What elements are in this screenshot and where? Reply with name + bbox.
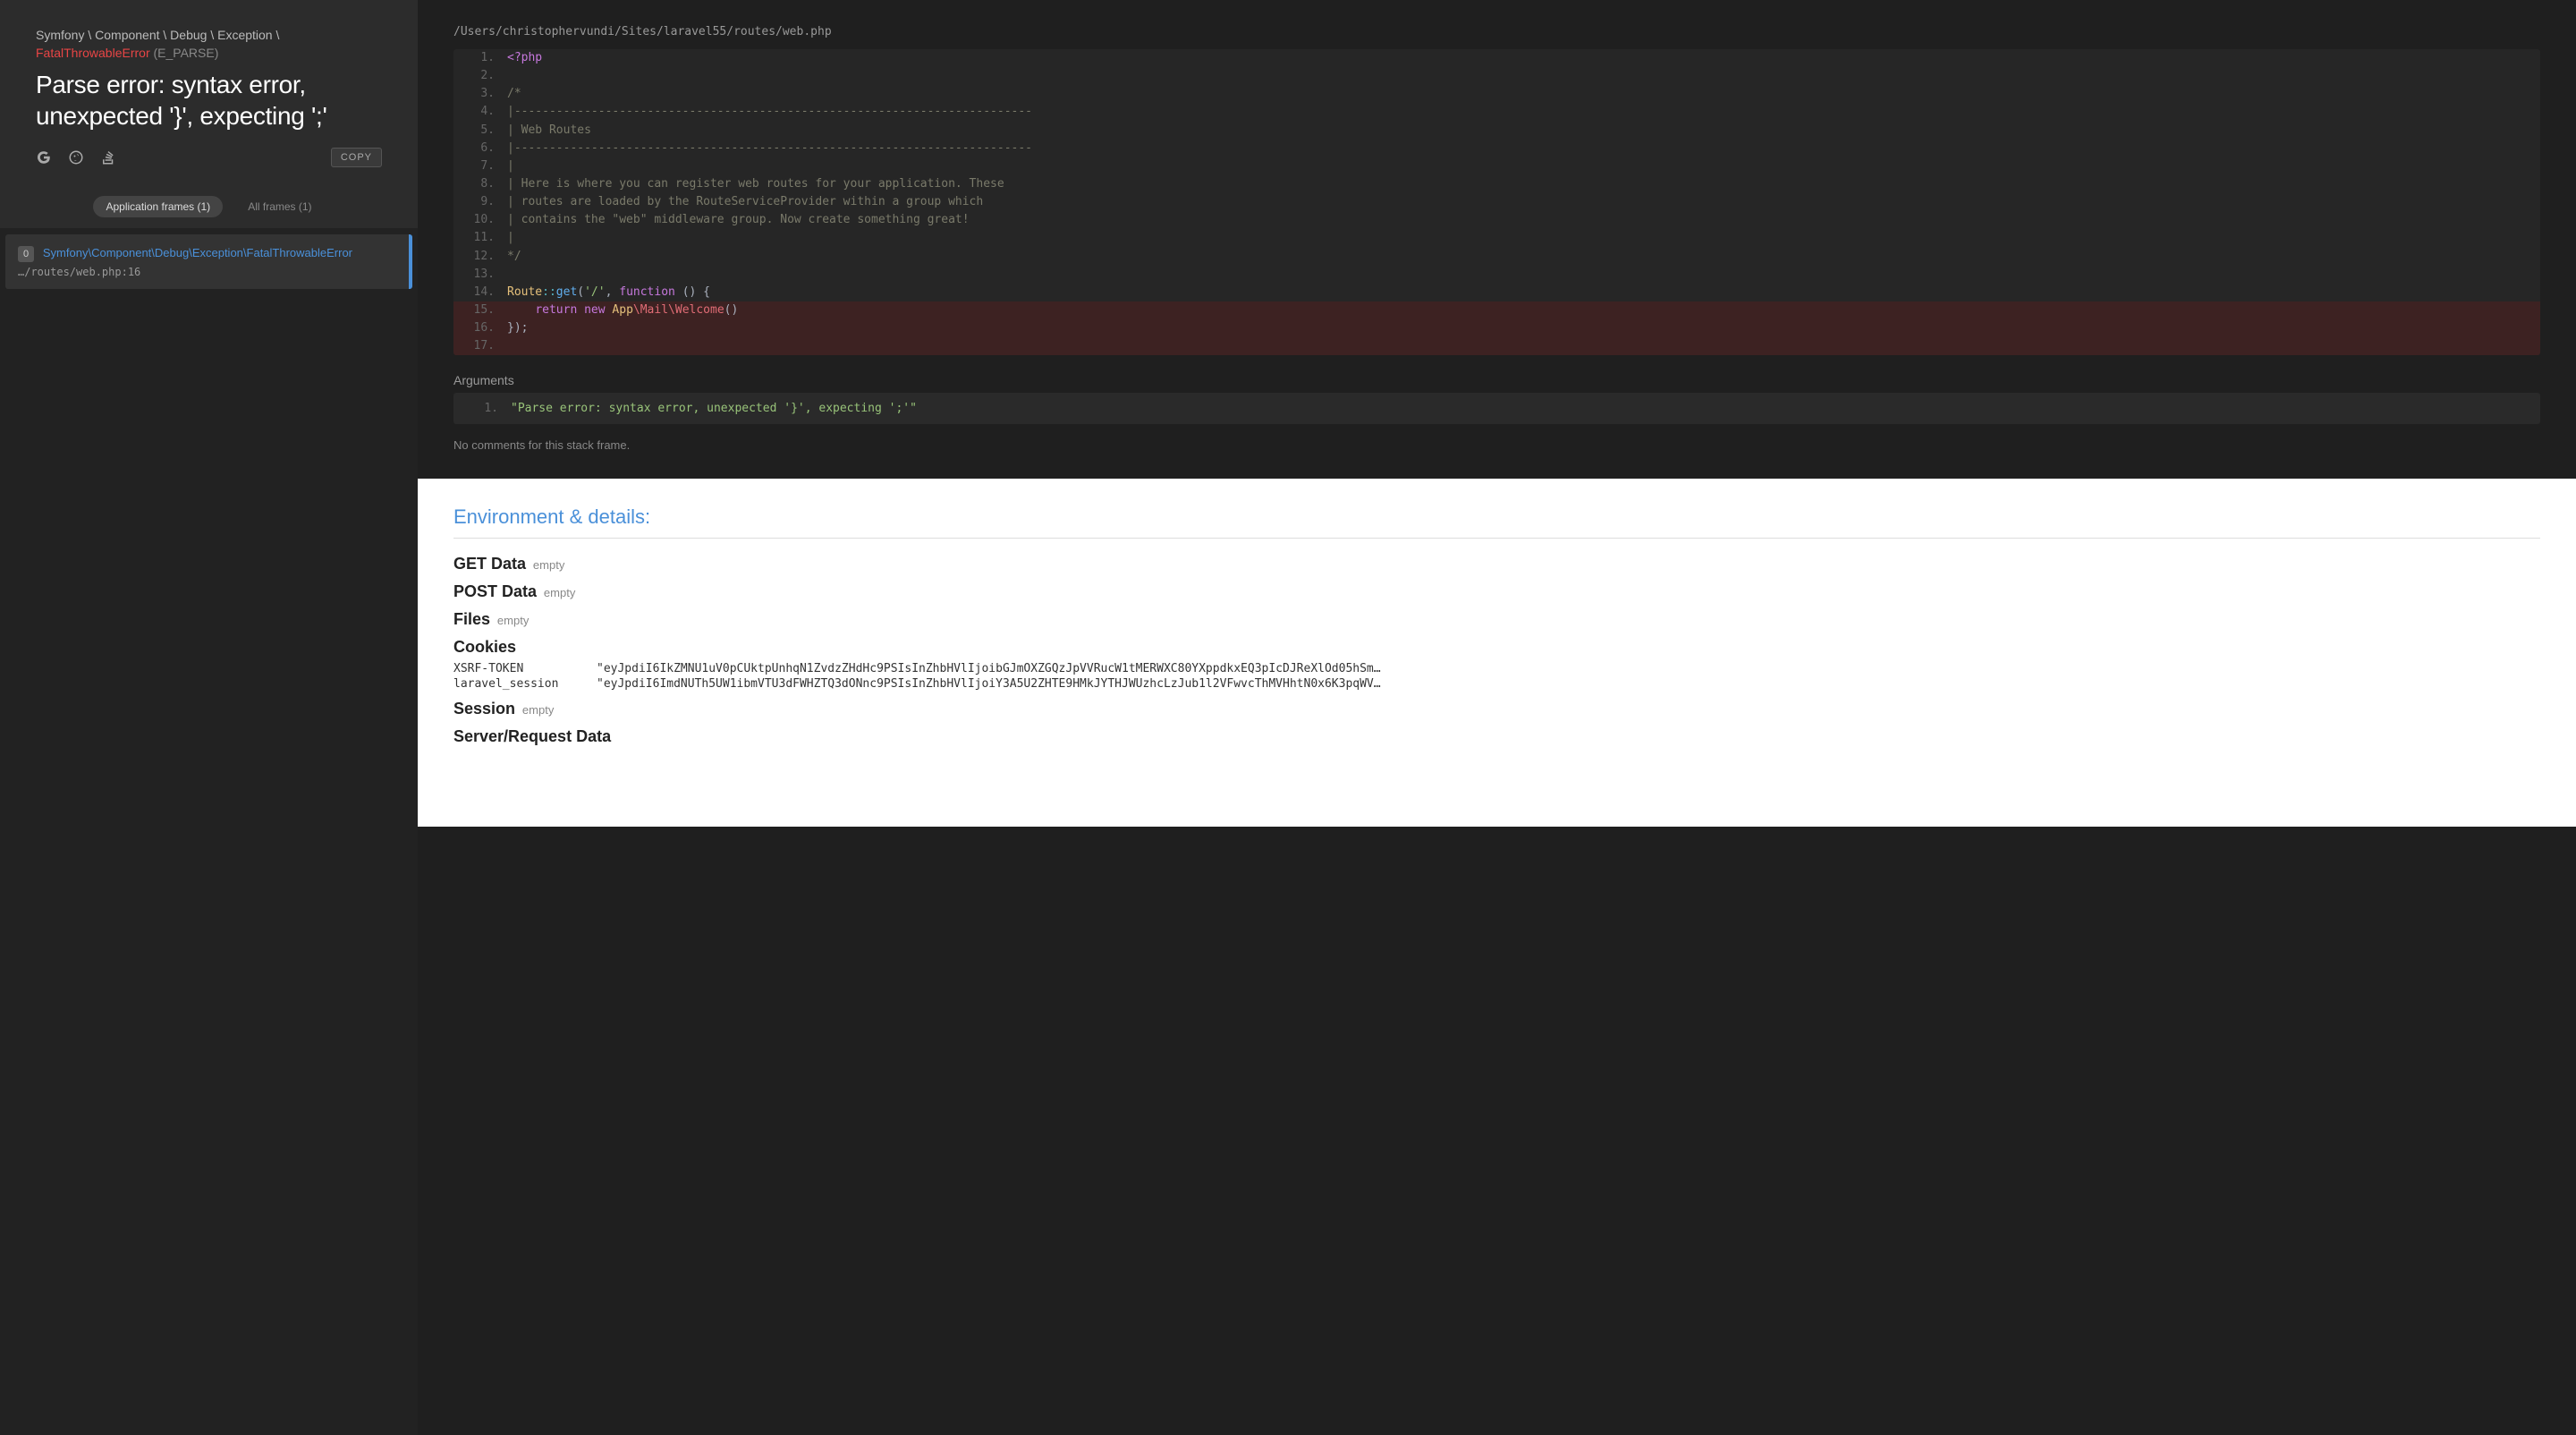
main-panel[interactable]: /Users/christophervundi/Sites/laravel55/… — [418, 0, 2576, 1435]
line-number: 10. — [453, 211, 507, 229]
line-number: 2. — [453, 67, 507, 85]
code-text: | contains the "web" middleware group. N… — [507, 211, 970, 229]
code-line: 15. return new App\Mail\Welcome() — [453, 301, 2540, 319]
line-number: 4. — [453, 103, 507, 121]
help-icon-row: COPY — [36, 148, 382, 167]
line-number: 9. — [453, 193, 507, 211]
duckduckgo-icon[interactable] — [68, 149, 84, 166]
code-line: 1.<?php — [453, 49, 2540, 67]
code-line: 12.*/ — [453, 248, 2540, 266]
frame-index: 0 — [18, 246, 34, 262]
env-empty-badge: empty — [544, 586, 575, 599]
frame-tabs: Application frames (1) All frames (1) — [0, 185, 418, 229]
frame-path: …/routes/web.php:16 — [18, 266, 396, 278]
code-line: 7.| — [453, 157, 2540, 175]
argument-value: "Parse error: syntax error, unexpected '… — [511, 402, 917, 415]
line-number: 12. — [453, 248, 507, 266]
frame-list[interactable]: 0 Symfony\Component\Debug\Exception\Fata… — [0, 229, 418, 1435]
sidebar: Symfony \ Component \ Debug \ Exception … — [0, 0, 418, 1435]
session-empty: empty — [522, 703, 554, 717]
breadcrumb: Symfony \ Component \ Debug \ Exception … — [36, 27, 382, 62]
code-text: | — [507, 229, 514, 247]
code-line: 13. — [453, 266, 2540, 284]
arguments-title: Arguments — [453, 373, 2540, 387]
line-number: 14. — [453, 284, 507, 301]
cookie-value: "eyJpdiI6IkZMNU1uV0pCUktpUnhqN1ZvdzZHdHc… — [597, 662, 1381, 675]
code-line: 9.| routes are loaded by the RouteServic… — [453, 193, 2540, 211]
code-line: 5.| Web Routes — [453, 122, 2540, 140]
stackoverflow-icon[interactable] — [100, 149, 116, 166]
env-key: GET Data — [453, 555, 526, 573]
env-key: Files — [453, 610, 490, 628]
env-empty-badge: empty — [533, 558, 564, 572]
breadcrumb-fatal: FatalThrowableError — [36, 46, 150, 60]
code-line: 10.| contains the "web" middleware group… — [453, 211, 2540, 229]
file-path: /Users/christophervundi/Sites/laravel55/… — [453, 0, 2540, 49]
env-row: POST Data empty — [453, 582, 2540, 601]
code-text: | Here is where you can register web rou… — [507, 175, 1004, 193]
code-line: 2. — [453, 67, 2540, 85]
code-text: |---------------------------------------… — [507, 103, 1032, 121]
code-line: 11.| — [453, 229, 2540, 247]
code-line: 6.|-------------------------------------… — [453, 140, 2540, 157]
line-number: 17. — [453, 337, 507, 355]
cookie-value: "eyJpdiI6ImdNUTh5UW1ibmVTU3dFWHZTQ3dONnc… — [597, 677, 1381, 691]
breadcrumb-code: (E_PARSE) — [154, 46, 219, 60]
tab-application-frames[interactable]: Application frames (1) — [93, 196, 223, 217]
argument-item: 1."Parse error: syntax error, unexpected… — [466, 402, 2528, 415]
code-text: return new App\Mail\Welcome() — [507, 301, 738, 319]
line-number: 6. — [453, 140, 507, 157]
stack-frame[interactable]: 0 Symfony\Component\Debug\Exception\Fata… — [5, 234, 412, 289]
code-line: 4.|-------------------------------------… — [453, 103, 2540, 121]
code-line: 3./* — [453, 85, 2540, 103]
code-text: | routes are loaded by the RouteServiceP… — [507, 193, 983, 211]
breadcrumb-text: Symfony \ Component \ Debug \ Exception … — [36, 28, 279, 42]
code-text: */ — [507, 248, 521, 266]
code-line: 17. — [453, 337, 2540, 355]
cookie-name: laravel_session — [453, 677, 570, 691]
code-text: Route::get('/', function () { — [507, 284, 710, 301]
line-number: 3. — [453, 85, 507, 103]
line-number: 1. — [453, 49, 507, 67]
code-text: }); — [507, 319, 528, 337]
cookies-heading: Cookies — [453, 638, 516, 656]
cookies-table: XSRF-TOKEN "eyJpdiI6IkZMNU1uV0pCUktpUnhqN… — [453, 662, 2540, 691]
line-number: 15. — [453, 301, 507, 319]
no-comments: No comments for this stack frame. — [453, 438, 2540, 452]
environment-section: Environment & details: GET Data emptyPOS… — [418, 479, 2576, 827]
cookie-row: XSRF-TOKEN "eyJpdiI6IkZMNU1uV0pCUktpUnhqN… — [453, 662, 2540, 675]
code-text: <?php — [507, 49, 542, 67]
environment-title: Environment & details: — [453, 505, 2540, 539]
line-number: 11. — [453, 229, 507, 247]
line-number: 16. — [453, 319, 507, 337]
exception-message: Parse error: syntax error, unexpected '}… — [36, 69, 382, 132]
env-empty-badge: empty — [497, 614, 529, 627]
arguments-list: 1."Parse error: syntax error, unexpected… — [453, 393, 2540, 424]
code-text: /* — [507, 85, 521, 103]
code-text: |---------------------------------------… — [507, 140, 1032, 157]
code-text: | — [507, 157, 514, 175]
tab-all-frames[interactable]: All frames (1) — [235, 196, 324, 217]
line-number: 5. — [453, 122, 507, 140]
exception-header: Symfony \ Component \ Debug \ Exception … — [0, 0, 418, 185]
frame-class: Symfony\Component\Debug\Exception\FatalT… — [43, 246, 352, 259]
copy-button[interactable]: COPY — [331, 148, 382, 167]
env-row: GET Data empty — [453, 555, 2540, 573]
code-text: | Web Routes — [507, 122, 591, 140]
argument-index: 1. — [466, 402, 511, 415]
line-number: 7. — [453, 157, 507, 175]
line-number: 8. — [453, 175, 507, 193]
cookie-row: laravel_session "eyJpdiI6ImdNUTh5UW1ibmVT… — [453, 677, 2540, 691]
session-heading: Session — [453, 700, 515, 718]
env-key: POST Data — [453, 582, 537, 600]
code-line: 16.}); — [453, 319, 2540, 337]
cookie-name: XSRF-TOKEN — [453, 662, 570, 675]
line-number: 13. — [453, 266, 507, 284]
code-preview: 1.<?php2.3./*4.|------------------------… — [453, 49, 2540, 355]
google-icon[interactable] — [36, 149, 52, 166]
env-row: Files empty — [453, 610, 2540, 629]
server-request-heading: Server/Request Data — [453, 727, 611, 745]
code-line: 8.| Here is where you can register web r… — [453, 175, 2540, 193]
code-line: 14.Route::get('/', function () { — [453, 284, 2540, 301]
